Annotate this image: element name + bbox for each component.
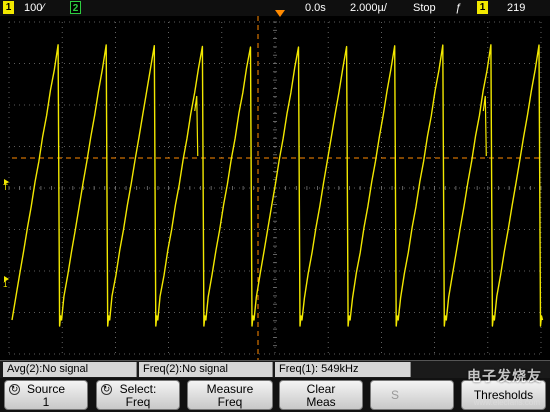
clear-meas-softkey[interactable]: Clear Meas (279, 380, 363, 410)
measurement-freq1: Freq(1): 549kHz (275, 362, 411, 377)
settings-softkey[interactable]: S (370, 380, 454, 410)
timebase: 2.000µ/ (350, 2, 387, 14)
trigger-level-marker: T (3, 183, 8, 192)
source-softkey[interactable]: ↻ Source 1 (4, 380, 88, 410)
ch2-indicator[interactable]: 2 (70, 1, 81, 14)
trigger-level: 219 (507, 2, 526, 14)
trigger-time: 0.0s (305, 2, 326, 14)
ch1-ground-marker: 1 (3, 280, 8, 289)
softkey-value: 1 (42, 395, 50, 409)
rotary-knob-icon: ↻ (9, 384, 20, 395)
watermark-logo: 电子发烧友 (467, 368, 542, 384)
trigger-source-indicator: 1 (477, 1, 488, 14)
softkey-value: Meas (306, 395, 336, 409)
softkey-value: Freq (125, 395, 151, 409)
scope-display: T 1 (3, 16, 544, 360)
ch1-waveform (11, 44, 544, 327)
watermark-url: www.elecfans.com (473, 398, 540, 407)
status-bar: 1 100∕ 2 0.0s 2.000µ/ Stop ƒ 1 219 (0, 0, 550, 17)
measure-softkey[interactable]: Measure Freq (187, 380, 273, 410)
select-softkey[interactable]: ↻ Select: Freq (96, 380, 180, 410)
softkey-value: Freq (217, 395, 243, 409)
softkey-label: S (391, 388, 400, 402)
waveform-glitch (194, 95, 199, 157)
rotary-knob-icon: ↻ (101, 384, 112, 395)
measurement-avg2: Avg(2):No signal (3, 362, 137, 377)
run-state[interactable]: Stop (413, 1, 436, 15)
trigger-slope-icon: ƒ (455, 2, 462, 14)
ch1-indicator[interactable]: 1 (3, 1, 14, 14)
ch1-scale: 100∕ (24, 2, 45, 14)
measurement-freq2: Freq(2):No signal (139, 362, 273, 377)
